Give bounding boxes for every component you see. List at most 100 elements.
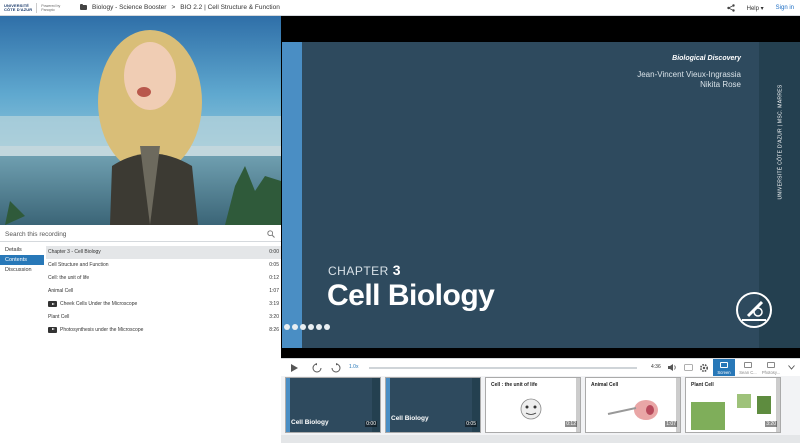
video-icon xyxy=(744,362,752,368)
search-icon[interactable] xyxy=(267,230,275,240)
video-icon xyxy=(767,362,775,368)
progress-bar[interactable] xyxy=(369,367,637,369)
list-item[interactable]: Animal Cell 1:07 xyxy=(46,285,281,298)
camera-label: Sean C... xyxy=(739,370,757,375)
zoom-icon[interactable] xyxy=(284,324,290,330)
list-item-title: Cell: the unit of life xyxy=(48,275,90,282)
slide-thumbnail[interactable]: Cell Biology 0:00 xyxy=(285,377,381,433)
list-item-title: Cell Structure and Function xyxy=(48,262,109,269)
fast-forward-icon[interactable] xyxy=(331,363,341,373)
slide-series-title: Biological Discovery xyxy=(672,55,741,62)
top-bar: UNIVERSITÉ CÔTE D'AZUR Powered by Panopt… xyxy=(0,0,800,16)
folder-icon xyxy=(80,4,87,10)
slide-thumbnail[interactable]: Cell : the unit of life 0:12 xyxy=(485,377,581,433)
thumbnail-time: 0:00 xyxy=(365,421,377,427)
thumbnail-time: 0:05 xyxy=(465,421,477,427)
meme-face-image xyxy=(520,398,542,420)
list-item-time: 0:00 xyxy=(269,249,279,256)
slide-heading: Cell Biology xyxy=(327,279,495,312)
fullscreen-icon[interactable] xyxy=(316,324,322,330)
slide-author: Nikita Rose xyxy=(700,80,741,89)
thumbnail-time: 1:07 xyxy=(665,421,677,427)
current-slide: UNIVERSITÉ CÔTE D'AZUR | MSC. MARRES Bio… xyxy=(282,42,800,348)
chevron-down-icon[interactable] xyxy=(788,365,795,370)
slide-tools xyxy=(284,324,330,330)
animal-cell-image xyxy=(607,400,658,420)
list-item-title: Photosynthesis under the Microscope xyxy=(60,326,144,333)
microscope-icon xyxy=(736,292,772,328)
speed-button[interactable]: 1.0x xyxy=(349,364,358,370)
slide-chapter-word: CHAPTER xyxy=(328,264,389,278)
logo-bottom-text: CÔTE D'AZUR xyxy=(4,6,33,12)
share-icon[interactable] xyxy=(726,4,735,12)
captions-icon[interactable] xyxy=(684,363,693,372)
thumbnail-strip: Cell Biology 0:00 Cell Biology 0:05 Cell… xyxy=(281,376,800,443)
breadcrumb-separator: > xyxy=(171,4,176,11)
plant-cell-image xyxy=(691,394,771,430)
list-item-time: 0:05 xyxy=(269,262,279,269)
search-bar xyxy=(0,227,281,242)
volume-icon[interactable] xyxy=(667,363,677,372)
slide-chapter: CHAPTER 3 xyxy=(328,262,401,278)
list-item-time: 0:12 xyxy=(269,275,279,282)
camera-source-button[interactable]: Sean C... xyxy=(737,359,759,377)
sign-in-link[interactable]: Sign in xyxy=(776,5,794,11)
rewind-icon[interactable] xyxy=(312,363,322,373)
list-item[interactable]: Cell: the unit of life 0:12 xyxy=(46,272,281,285)
list-item-title: Cheek Cells Under the Microscope xyxy=(60,301,138,307)
university-logo: UNIVERSITÉ CÔTE D'AZUR Powered by Panopt… xyxy=(0,2,80,13)
breadcrumb-session: BIO 2.2 | Cell Structure & Function xyxy=(180,4,280,11)
breadcrumb: Biology - Science Booster > BIO 2.2 | Ce… xyxy=(80,4,280,11)
panopto-text: Panopto xyxy=(41,7,55,12)
list-item[interactable]: Plant Cell 3:20 xyxy=(46,310,281,323)
thumbnail-time: 0:12 xyxy=(565,421,577,427)
thumbnail-title: Animal Cell xyxy=(591,382,619,388)
slide-thumbnail[interactable]: Cell Biology 0:05 xyxy=(385,377,481,433)
photo-label: Photosy... xyxy=(761,370,781,375)
monitor-icon xyxy=(720,362,728,368)
webcam-video[interactable] xyxy=(0,16,281,225)
contents-list: Chapter 3 - Cell Biology 0:00 Cell Struc… xyxy=(46,246,281,336)
player-controls: 1.0x 4:36 Screen Sean C... Photosy... xyxy=(281,358,800,377)
list-item-title: Plant Cell xyxy=(48,313,70,320)
list-item[interactable]: Cheek Cells Under the Microscope 3:19 xyxy=(46,298,281,311)
slide-stage[interactable]: UNIVERSITÉ CÔTE D'AZUR | MSC. MARRES Bio… xyxy=(281,16,800,358)
gear-icon[interactable] xyxy=(699,363,709,373)
slide-chapter-number: 3 xyxy=(392,262,401,278)
photo-source-button[interactable]: Photosy... xyxy=(760,359,782,377)
slide-thumbnail[interactable]: Animal Cell 1:07 xyxy=(585,377,681,433)
help-menu[interactable]: Help ▾ xyxy=(747,5,764,12)
time-display: 4:36 xyxy=(651,364,661,370)
list-item-title: Chapter 3 - Cell Biology xyxy=(48,249,101,256)
chevron-down-icon: ▾ xyxy=(760,5,764,12)
slide-author: Jean-Vincent Vieux-Ingrassia xyxy=(637,70,741,79)
video-icon xyxy=(48,326,57,333)
expand-icon[interactable] xyxy=(324,324,330,330)
list-item-time: 1:07 xyxy=(269,288,279,295)
list-item[interactable]: Photosynthesis under the Microscope 8:26 xyxy=(46,323,281,336)
tab-discussion[interactable]: Discussion xyxy=(0,265,44,275)
layout-icon[interactable] xyxy=(308,324,314,330)
pen-icon[interactable] xyxy=(292,324,298,330)
screen-label: Screen xyxy=(717,370,731,375)
thumbnail-time: 3:20 xyxy=(765,421,777,427)
slide-thumbnail[interactable]: Plant Cell 3:20 xyxy=(685,377,781,433)
thumbnail-title: Cell Biology xyxy=(291,419,329,426)
screen-source-button[interactable]: Screen xyxy=(713,359,735,377)
list-item-time: 8:26 xyxy=(269,326,279,333)
play-icon[interactable] xyxy=(290,363,299,373)
list-item-title: Animal Cell xyxy=(48,288,74,295)
list-item[interactable]: Chapter 3 - Cell Biology 0:00 xyxy=(46,246,281,259)
grid-icon[interactable] xyxy=(300,324,306,330)
video-icon xyxy=(48,301,57,307)
left-panel: Details Contents Discussion Chapter 3 - … xyxy=(0,16,281,443)
breadcrumb-folder[interactable]: Biology - Science Booster xyxy=(92,4,166,11)
tab-contents[interactable]: Contents xyxy=(0,255,44,265)
slide-vertical-text: UNIVERSITÉ CÔTE D'AZUR | MSC. MARRES xyxy=(777,84,784,200)
thumbnail-title: Cell Biology xyxy=(391,415,429,422)
search-input[interactable] xyxy=(5,230,255,238)
help-label: Help xyxy=(746,5,759,12)
list-item[interactable]: Cell Structure and Function 0:05 xyxy=(46,259,281,272)
tab-details[interactable]: Details xyxy=(0,245,44,255)
horizontal-scrollbar[interactable] xyxy=(281,435,800,443)
